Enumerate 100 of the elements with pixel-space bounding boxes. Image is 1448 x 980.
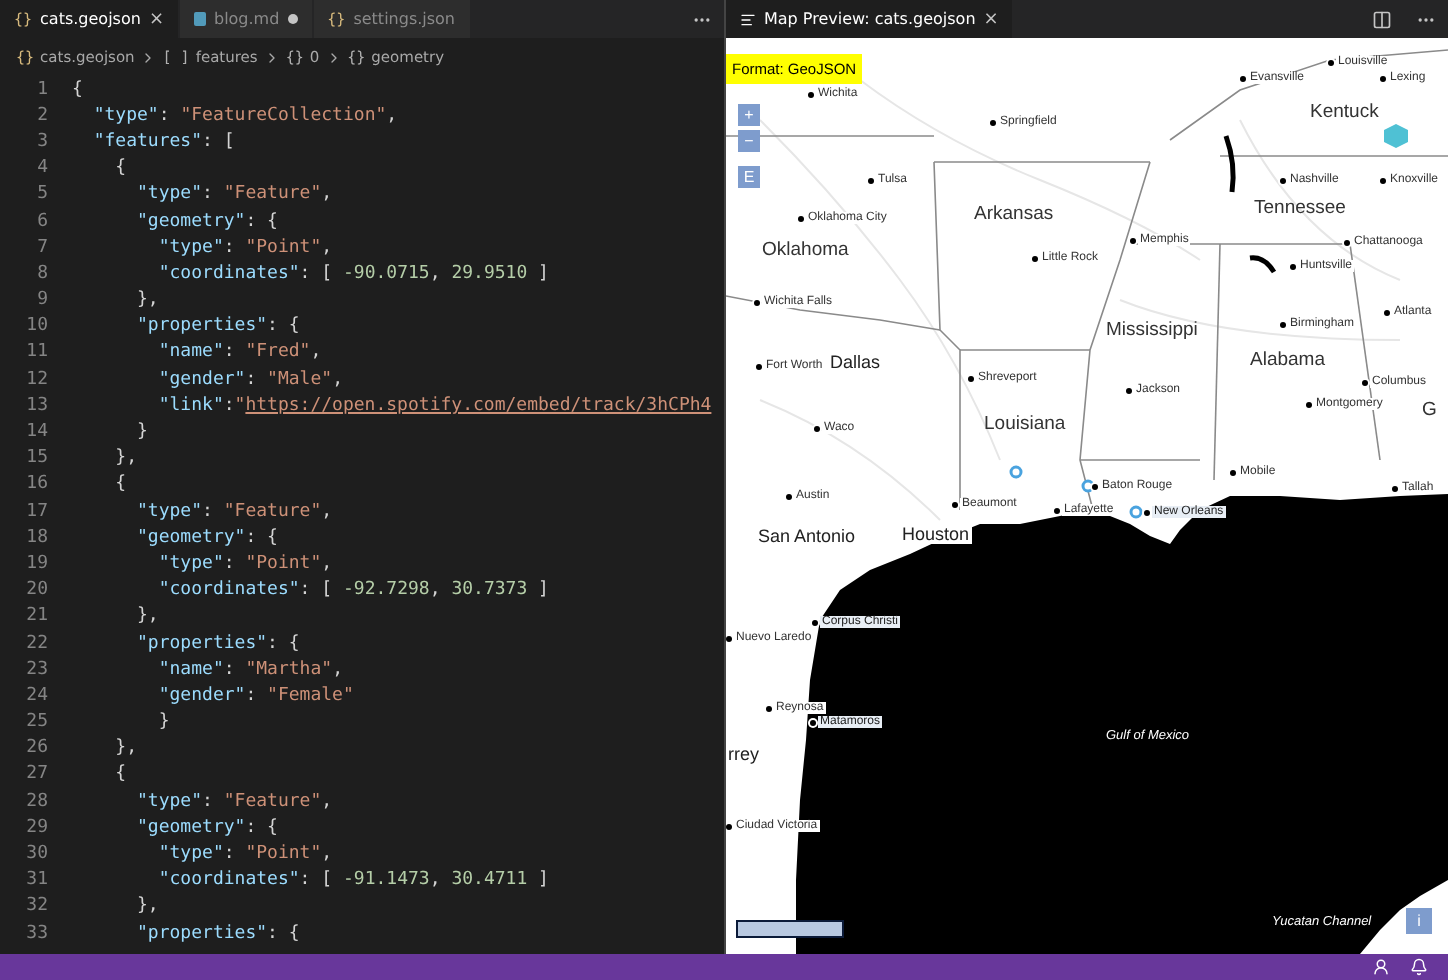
line-number: 21 <box>24 606 50 627</box>
code-line: "geometry": { <box>135 817 278 838</box>
map-label: Arkansas <box>974 203 1054 225</box>
city-dot-icon <box>810 719 816 725</box>
line-number: 32 <box>24 896 50 917</box>
line-number: 3 <box>35 131 50 152</box>
city-dot-icon <box>1280 177 1286 183</box>
code-line: "properties": { <box>135 633 300 654</box>
line-number: 7 <box>35 237 50 258</box>
city-dot-icon <box>798 215 804 221</box>
code-line: "coordinates": [ -91.1473, 30.4711 ] <box>156 870 549 891</box>
city-dot-icon <box>1290 263 1296 269</box>
code-line: "gender": "Male", <box>156 369 343 390</box>
line-number: 8 <box>35 263 50 284</box>
map-label: rrey <box>726 744 761 764</box>
city-dot-icon <box>868 177 874 183</box>
line-number: 27 <box>24 764 50 785</box>
link[interactable]: https://open.spotify.com/embed/track/3hCPh4 <box>245 395 712 416</box>
city-dot-icon <box>812 619 818 625</box>
code-line: "type": "Feature", <box>135 791 333 812</box>
code-line: }, <box>135 290 159 311</box>
code-line: "coordinates": [ -90.0715, 29.9510 ] <box>156 263 549 284</box>
map-label: Oklahoma <box>762 239 849 261</box>
code-line: "type": "Point", <box>156 553 333 574</box>
city-dot-icon <box>968 375 974 381</box>
city-dot-icon <box>1380 75 1386 81</box>
map-label: Tennessee <box>1254 197 1346 219</box>
line-number: 20 <box>24 580 50 601</box>
line-number: 10 <box>24 316 50 337</box>
city-dot-icon <box>1344 239 1350 245</box>
person-icon[interactable] <box>1372 958 1390 976</box>
city-dot-icon <box>1384 309 1390 315</box>
line-number: 1 <box>35 79 50 100</box>
line-number: 15 <box>24 448 50 469</box>
city-dot-icon <box>1392 485 1398 491</box>
code-line: "features": [ <box>91 131 235 152</box>
code-line: "name": "Fred", <box>156 342 322 363</box>
line-number: 16 <box>24 474 50 495</box>
line-number: 13 <box>24 395 50 416</box>
city-dot-icon <box>808 91 814 97</box>
line-number: 31 <box>24 870 50 891</box>
line-number: 26 <box>24 738 50 759</box>
code-line: "type": "FeatureCollection", <box>91 105 398 126</box>
city-dot-icon <box>1144 509 1150 515</box>
city-dot-icon <box>814 425 820 431</box>
scale-bar <box>736 920 844 938</box>
city-dot-icon <box>1362 379 1368 385</box>
city-dot-icon <box>1130 237 1136 243</box>
map-label: San Antonio <box>756 526 858 546</box>
city-dot-icon <box>1092 483 1098 489</box>
city-dot-icon <box>1126 387 1132 393</box>
line-number: 4 <box>35 158 50 179</box>
code-line: "gender": "Female" <box>156 685 354 706</box>
line-number: 23 <box>24 659 50 680</box>
line-number: 11 <box>24 342 50 363</box>
code-line: "type": "Point", <box>156 844 333 865</box>
city-dot-icon <box>1032 255 1038 261</box>
line-number: 14 <box>24 422 50 443</box>
line-number: 12 <box>24 369 50 390</box>
close-icon[interactable]: × <box>983 9 999 29</box>
close-icon[interactable]: × <box>148 9 164 29</box>
code-line: "geometry": { <box>135 527 278 548</box>
code-line: } <box>135 422 148 443</box>
code-line: }, <box>113 738 138 759</box>
line-number: 22 <box>24 633 50 654</box>
code-line: }, <box>135 606 159 627</box>
city-dot-icon <box>766 705 772 711</box>
city-dot-icon <box>1280 321 1286 327</box>
map-label: Houston <box>900 524 972 544</box>
code-line: { <box>72 79 83 100</box>
city-dot-icon <box>1240 75 1246 81</box>
city-dot-icon <box>726 635 732 641</box>
preview-tab[interactable]: Map Preview: cats.geojson × <box>726 0 1015 38</box>
map-label: Louisiana <box>984 413 1066 435</box>
line-number: 30 <box>24 844 50 865</box>
code-line: "link":"https://open.spotify.com/embed/track/3hCPh4 <box>156 395 712 416</box>
unsaved-dot-icon <box>287 14 298 24</box>
map-label: Kentuck <box>1310 101 1379 123</box>
code-line: "type": "Point", <box>156 237 333 258</box>
city-dot-icon <box>756 363 762 369</box>
city-dot-icon <box>952 501 958 507</box>
line-number: 19 <box>24 553 50 574</box>
line-number: 9 <box>35 290 50 311</box>
line-number: 17 <box>24 501 50 522</box>
code-line: "properties": { <box>135 923 300 944</box>
city-dot-icon <box>786 493 792 499</box>
code-line: }, <box>113 448 138 469</box>
code-line: "coordinates": [ -92.7298, 30.7373 ] <box>156 580 549 601</box>
bell-icon[interactable] <box>1410 958 1428 976</box>
preview-icon <box>740 11 756 27</box>
map-label: Mississippi <box>1106 319 1198 341</box>
line-number: 28 <box>24 791 50 812</box>
city-dot-icon <box>1054 507 1060 513</box>
editor-tab[interactable]: blog.md <box>179 0 314 38</box>
line-number: 5 <box>35 184 50 205</box>
code-line: "type": "Feature", <box>135 501 333 522</box>
line-number: 24 <box>24 685 50 706</box>
city-dot-icon <box>1328 59 1334 65</box>
city-dot-icon <box>1380 177 1386 183</box>
city-dot-icon <box>1306 401 1312 407</box>
